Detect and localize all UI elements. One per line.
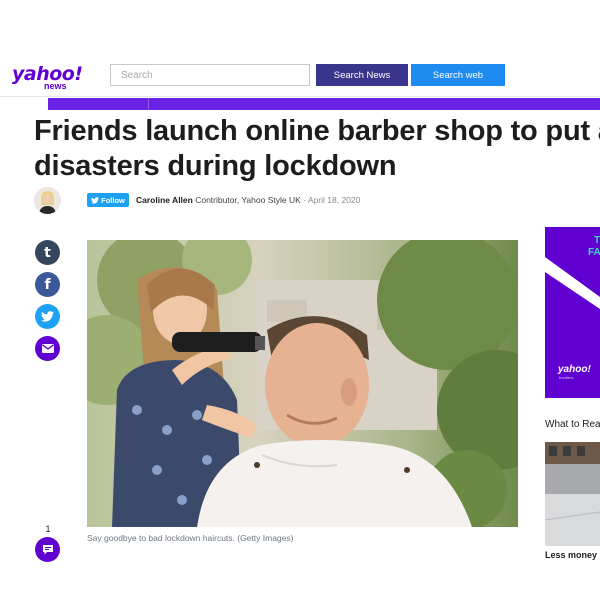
follow-button[interactable]: Follow <box>87 193 129 207</box>
header-divider <box>0 96 600 97</box>
article-hero-image[interactable] <box>87 240 518 527</box>
ad-headline: T FA <box>588 235 600 259</box>
share-tumblr-button[interactable]: t <box>35 240 60 265</box>
author-role: Contributor, <box>195 195 240 205</box>
publish-date: April 18, 2020 <box>307 195 361 205</box>
byline: Caroline Allen Contributor, Yahoo Style … <box>136 195 360 205</box>
barber-photo-illustration <box>87 240 518 527</box>
outlet-name: Yahoo Style UK <box>241 195 301 205</box>
yahoo-news-logo[interactable]: yahoo! news <box>12 64 83 92</box>
follow-label: Follow <box>101 195 125 205</box>
search-web-button[interactable]: Search web <box>411 64 505 86</box>
article-headline: Friends launch online barber shop to put… <box>34 114 600 184</box>
headline-line-2: disasters during lockdown <box>34 150 397 182</box>
comment-count: 1 <box>45 524 51 534</box>
image-caption: Say goodbye to bad lockdown haircuts. (G… <box>87 533 294 543</box>
comment-icon <box>42 545 53 555</box>
story-thumbnail[interactable] <box>545 442 600 546</box>
search-news-button[interactable]: Search News <box>316 64 408 86</box>
ad-headline-line-1: T <box>594 235 600 246</box>
share-facebook-button[interactable]: f <box>35 272 60 297</box>
what-to-read-heading: What to Rea <box>545 419 600 430</box>
byline-separator: · <box>303 195 306 205</box>
ad-logo-subtitle: frontiers <box>559 375 574 380</box>
author-avatar[interactable] <box>34 187 61 214</box>
share-twitter-button[interactable] <box>35 304 60 329</box>
ad-logo: yahoo! <box>558 364 591 375</box>
street-photo <box>545 442 600 546</box>
twitter-bird-icon <box>91 196 100 204</box>
story-title[interactable]: Less money b <box>545 550 600 560</box>
ad-headline-line-2: FA <box>588 247 600 258</box>
twitter-icon <box>41 311 54 322</box>
mail-icon <box>41 344 54 353</box>
headline-line-1: Friends launch online barber shop to put… <box>34 115 600 147</box>
comments-button[interactable] <box>35 537 60 562</box>
share-email-button[interactable] <box>35 336 60 361</box>
nav-banner-separator <box>148 98 149 110</box>
facebook-icon: f <box>44 276 51 293</box>
nav-banner-bar[interactable] <box>48 98 600 110</box>
advertisement-banner[interactable]: T FA yahoo! frontiers <box>545 227 600 398</box>
tumblr-icon: t <box>44 244 51 261</box>
author-name[interactable]: Caroline Allen <box>136 195 193 205</box>
search-input[interactable] <box>110 64 310 86</box>
logo-subtitle: news <box>44 81 67 91</box>
